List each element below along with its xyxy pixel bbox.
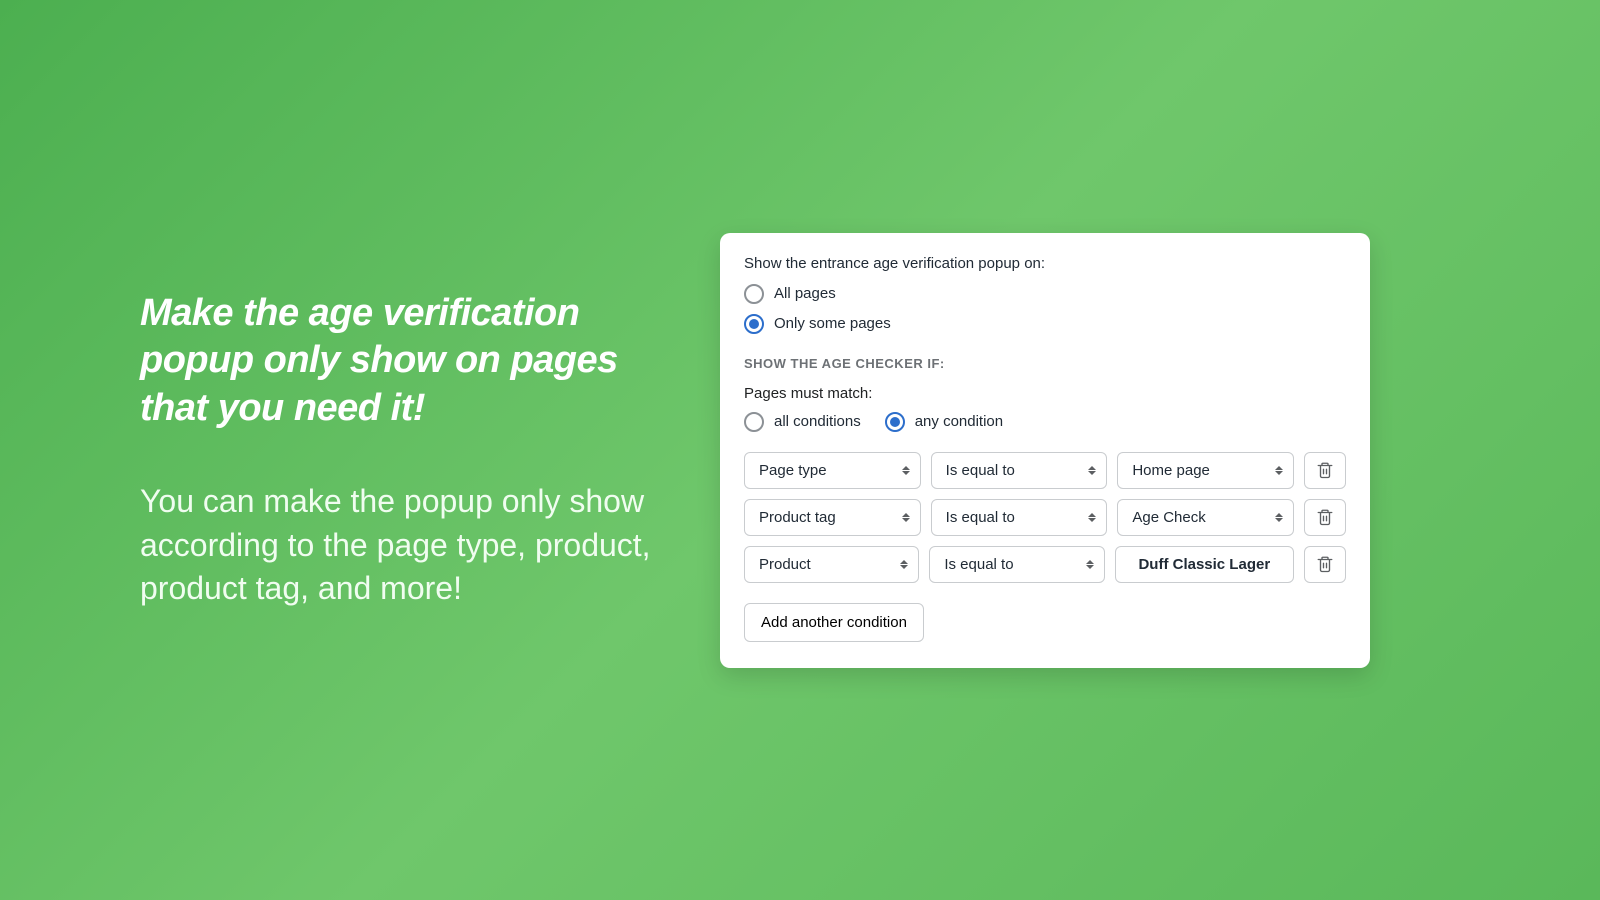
condition-field-select-value: Product tag <box>759 509 836 526</box>
condition-row: Product tag Is equal to Age Check <box>744 499 1346 536</box>
condition-field-select[interactable]: Page type <box>744 452 921 489</box>
chevron-up-down-icon <box>902 513 910 522</box>
chevron-up-down-icon <box>1275 466 1283 475</box>
radio-icon <box>744 314 764 334</box>
chevron-up-down-icon <box>900 560 908 569</box>
condition-value-select[interactable]: Age Check <box>1117 499 1294 536</box>
section-label: SHOW THE AGE CHECKER IF: <box>744 356 1346 371</box>
chevron-up-down-icon <box>1086 560 1094 569</box>
chevron-up-down-icon <box>1275 513 1283 522</box>
radio-label: All pages <box>774 285 836 302</box>
condition-value-select-value: Home page <box>1132 462 1210 479</box>
show-on-radio-group: All pages Only some pages <box>744 284 1346 334</box>
settings-panel: Show the entrance age verification popup… <box>720 233 1370 668</box>
radio-label: all conditions <box>774 413 861 430</box>
promo-headline: Make the age verification popup only sho… <box>140 290 660 433</box>
show-on-label: Show the entrance age verification popup… <box>744 255 1346 272</box>
radio-label: Only some pages <box>774 315 891 332</box>
delete-condition-button[interactable] <box>1304 452 1346 489</box>
condition-operator-select-value: Is equal to <box>944 556 1013 573</box>
radio-label: any condition <box>915 413 1003 430</box>
trash-icon <box>1316 461 1334 479</box>
condition-value-input-value: Duff Classic Lager <box>1138 556 1270 573</box>
radio-icon <box>744 412 764 432</box>
promo-subhead: You can make the popup only show accordi… <box>140 480 660 610</box>
trash-icon <box>1316 508 1334 526</box>
radio-any-condition[interactable]: any condition <box>885 412 1003 432</box>
chevron-up-down-icon <box>1088 466 1096 475</box>
match-label: Pages must match: <box>744 385 1346 402</box>
radio-icon <box>744 284 764 304</box>
chevron-up-down-icon <box>1088 513 1096 522</box>
radio-some-pages[interactable]: Only some pages <box>744 314 1346 334</box>
add-condition-button[interactable]: Add another condition <box>744 603 924 642</box>
condition-row: Page type Is equal to Home page <box>744 452 1346 489</box>
radio-icon <box>885 412 905 432</box>
condition-operator-select[interactable]: Is equal to <box>931 499 1108 536</box>
condition-operator-select-value: Is equal to <box>946 462 1015 479</box>
radio-all-pages[interactable]: All pages <box>744 284 1346 304</box>
condition-row: Product Is equal to Duff Classic Lager <box>744 546 1346 583</box>
condition-operator-select[interactable]: Is equal to <box>931 452 1108 489</box>
condition-field-select[interactable]: Product <box>744 546 919 583</box>
delete-condition-button[interactable] <box>1304 499 1346 536</box>
delete-condition-button[interactable] <box>1304 546 1346 583</box>
condition-value-input[interactable]: Duff Classic Lager <box>1115 546 1294 583</box>
conditions-list: Page type Is equal to Home page Product tag… <box>744 452 1346 583</box>
condition-field-select[interactable]: Product tag <box>744 499 921 536</box>
condition-field-select-value: Page type <box>759 462 827 479</box>
condition-value-select-value: Age Check <box>1132 509 1205 526</box>
chevron-up-down-icon <box>902 466 910 475</box>
condition-operator-select-value: Is equal to <box>946 509 1015 526</box>
radio-all-conditions[interactable]: all conditions <box>744 412 861 432</box>
condition-field-select-value: Product <box>759 556 811 573</box>
match-radio-group: all conditions any condition <box>744 412 1346 432</box>
condition-operator-select[interactable]: Is equal to <box>929 546 1104 583</box>
trash-icon <box>1316 555 1334 573</box>
condition-value-select[interactable]: Home page <box>1117 452 1294 489</box>
